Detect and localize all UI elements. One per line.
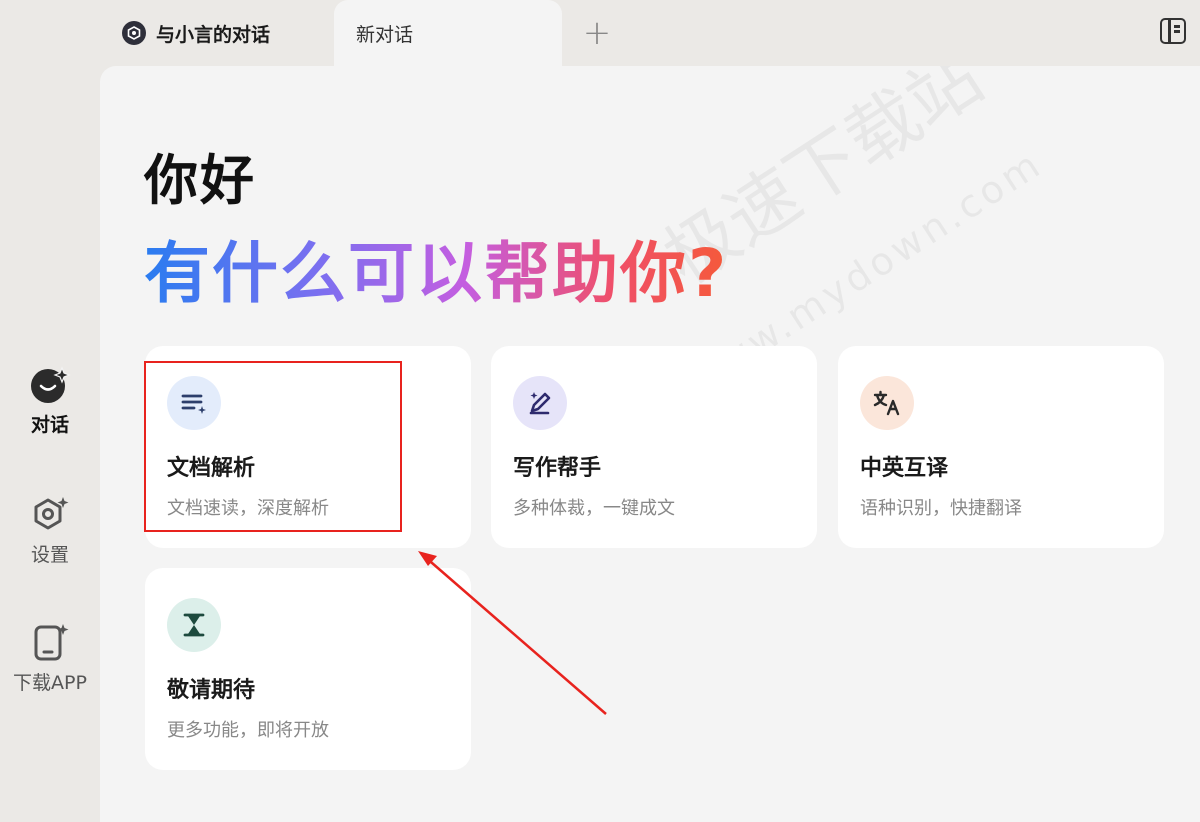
greeting-title: 你好 xyxy=(144,149,256,212)
app-logo-icon xyxy=(122,21,146,45)
tab-chat-with-xiaoyan[interactable]: 与小言的对话 xyxy=(100,0,334,66)
settings-gear-icon xyxy=(34,497,69,530)
hourglass-icon xyxy=(167,598,221,652)
card-description: 更多功能，即将开放 xyxy=(167,720,329,741)
card-writing-assistant[interactable]: 写作帮手 多种体裁，一键成文 xyxy=(491,346,817,548)
greeting-subtitle: 有什么可以帮助你? xyxy=(144,220,728,316)
sidebar-panel-toggle-icon[interactable] xyxy=(1160,18,1186,44)
phone-download-icon xyxy=(34,624,69,661)
tab-new-label: 新对话 xyxy=(356,23,414,46)
card-title: 敬请期待 xyxy=(167,678,256,703)
tab-bar: 与小言的对话 新对话 + xyxy=(0,0,1200,66)
sidebar-item-download-app[interactable]: 下载APP xyxy=(0,622,100,695)
pen-writing-icon xyxy=(513,376,567,430)
card-description: 多种体裁，一键成文 xyxy=(513,498,675,519)
chat-bubble-sparkle-icon xyxy=(31,366,71,403)
annotation-highlight-box xyxy=(144,361,402,532)
tab-new-conversation[interactable]: 新对话 xyxy=(334,0,562,66)
plus-icon: + xyxy=(582,13,612,53)
sidebar-item-label: 设置 xyxy=(30,544,69,566)
sidebar-item-label: 下载APP xyxy=(13,672,87,694)
sidebar: 对话 设置 下载APP xyxy=(0,66,100,822)
translate-icon xyxy=(860,376,914,430)
card-title: 写作帮手 xyxy=(513,456,602,481)
sidebar-item-settings[interactable]: 设置 xyxy=(0,494,100,567)
card-description: 语种识别，快捷翻译 xyxy=(860,498,1022,519)
tab-chat-label: 与小言的对话 xyxy=(156,23,271,46)
sidebar-item-chat[interactable]: 对话 xyxy=(0,364,100,437)
card-coming-soon[interactable]: 敬请期待 更多功能，即将开放 xyxy=(145,568,471,770)
sidebar-item-label: 对话 xyxy=(30,414,69,436)
card-translation[interactable]: 中英互译 语种识别，快捷翻译 xyxy=(838,346,1164,548)
card-title: 中英互译 xyxy=(860,456,949,481)
add-tab-button[interactable]: + xyxy=(578,0,616,66)
